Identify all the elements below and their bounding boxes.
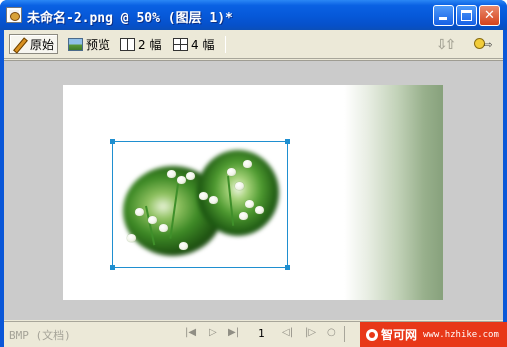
window-title: 未命名-2.png @ 50% (图层 1)* — [27, 11, 233, 26]
toolbar-divider — [225, 36, 226, 53]
preview-view-label: 预览 — [86, 37, 111, 52]
export-arrows-icon[interactable]: ⇩⇧ — [436, 37, 457, 53]
document-canvas[interactable] — [63, 85, 443, 300]
key-arrow-icon: ⇨ — [484, 40, 493, 51]
frame-number: 1 — [258, 327, 265, 340]
minimize-button[interactable] — [433, 5, 454, 26]
maximize-icon — [461, 10, 472, 21]
two-up-view-button[interactable]: 2 幅 — [120, 34, 161, 54]
last-frame-button[interactable]: ▶| — [228, 327, 239, 338]
watermark-brand: 智可网 — [381, 328, 418, 342]
title-bar[interactable]: 未命名-2.png @ 50% (图层 1)* ✕ — [0, 0, 507, 30]
file-format-status: BMP (文档) — [9, 329, 71, 342]
resize-handle-top-right[interactable] — [285, 139, 290, 144]
status-divider — [344, 326, 345, 342]
previous-frame-button[interactable]: ◁| — [282, 327, 293, 338]
document-icon[interactable] — [6, 7, 22, 23]
play-button[interactable]: ▷ — [209, 327, 217, 338]
four-up-icon — [173, 37, 188, 51]
resize-handle-bottom-left[interactable] — [110, 265, 115, 270]
loop-button[interactable]: ○ — [327, 327, 336, 338]
picture-icon — [68, 37, 83, 51]
resize-handle-bottom-right[interactable] — [285, 265, 290, 270]
close-button[interactable]: ✕ — [479, 5, 500, 26]
four-up-view-button[interactable]: 4 幅 — [173, 34, 214, 54]
resize-handle-top-left[interactable] — [110, 139, 115, 144]
preview-view-button[interactable]: 预览 — [68, 34, 110, 54]
view-toolbar: 原始 预览 2 幅 4 幅 ⇩⇧ ⇨ — [4, 30, 503, 59]
two-up-view-label: 2 幅 — [138, 37, 162, 52]
original-view-label: 原始 — [30, 37, 55, 52]
next-frame-button[interactable]: |▷ — [305, 327, 316, 338]
first-frame-button[interactable]: |◀ — [185, 327, 196, 338]
watermark-url: www.hzhike.com — [423, 329, 499, 340]
maximize-button[interactable] — [456, 5, 477, 26]
two-up-icon — [120, 37, 135, 51]
document-frame: 原始 预览 2 幅 4 幅 ⇩⇧ ⇨ BMP (文档) |◀ ▷ ▶| 1 ◁|… — [4, 30, 503, 347]
key-icon[interactable]: ⇨ — [474, 38, 496, 51]
selection-bounding-box[interactable] — [110, 139, 290, 270]
minimize-icon — [439, 17, 447, 20]
original-view-button[interactable]: 原始 — [9, 34, 59, 54]
pencil-icon — [12, 38, 27, 51]
close-icon: ✕ — [484, 8, 495, 23]
canvas-area[interactable] — [4, 60, 503, 320]
four-up-view-label: 4 幅 — [191, 37, 215, 52]
site-watermark: 智可网 www.hzhike.com — [360, 322, 507, 347]
app-window: 未命名-2.png @ 50% (图层 1)* ✕ 原始 预览 2 幅 4 幅 … — [0, 0, 507, 347]
watermark-logo-icon — [366, 328, 378, 341]
